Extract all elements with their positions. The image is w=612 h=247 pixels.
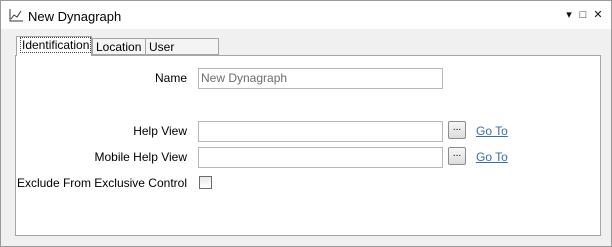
exclude-checkbox[interactable] <box>199 176 212 189</box>
mobile-help-view-label: Mobile Help View <box>94 150 188 164</box>
name-label: Name <box>154 71 187 85</box>
close-icon[interactable]: ✕ <box>592 8 604 22</box>
window-title: New Dynagraph <box>28 9 122 24</box>
tab-identification[interactable]: Identification <box>16 36 92 56</box>
mobile-help-view-goto-link[interactable]: Go To <box>476 150 508 164</box>
name-field[interactable] <box>198 68 443 89</box>
tab-location[interactable]: Location <box>92 38 146 55</box>
help-view-label: Help View <box>133 124 187 138</box>
chart-line-icon <box>9 9 23 22</box>
mobile-help-view-browse-button[interactable]: ... <box>448 147 466 165</box>
maximize-icon[interactable]: □ <box>577 8 589 22</box>
tab-user-methods[interactable]: User Methods <box>145 38 219 70</box>
dynagraph-window: New Dynagraph ▾ □ ✕ Identification Locat… <box>0 0 612 247</box>
tab-identification-label: Identification <box>20 37 92 53</box>
mobile-help-view-field[interactable] <box>198 147 443 168</box>
identification-panel: Name Help View ... Go To Mobile Help Vie… <box>15 55 601 236</box>
help-view-goto-link[interactable]: Go To <box>476 124 508 138</box>
help-view-field[interactable] <box>198 121 443 142</box>
chevron-down-icon[interactable]: ▾ <box>563 8 575 22</box>
help-view-browse-button[interactable]: ... <box>448 121 466 139</box>
title-bar: New Dynagraph ▾ □ ✕ <box>1 1 611 29</box>
tab-location-label: Location <box>96 40 142 54</box>
exclude-label: Exclude From Exclusive Control <box>16 176 187 190</box>
